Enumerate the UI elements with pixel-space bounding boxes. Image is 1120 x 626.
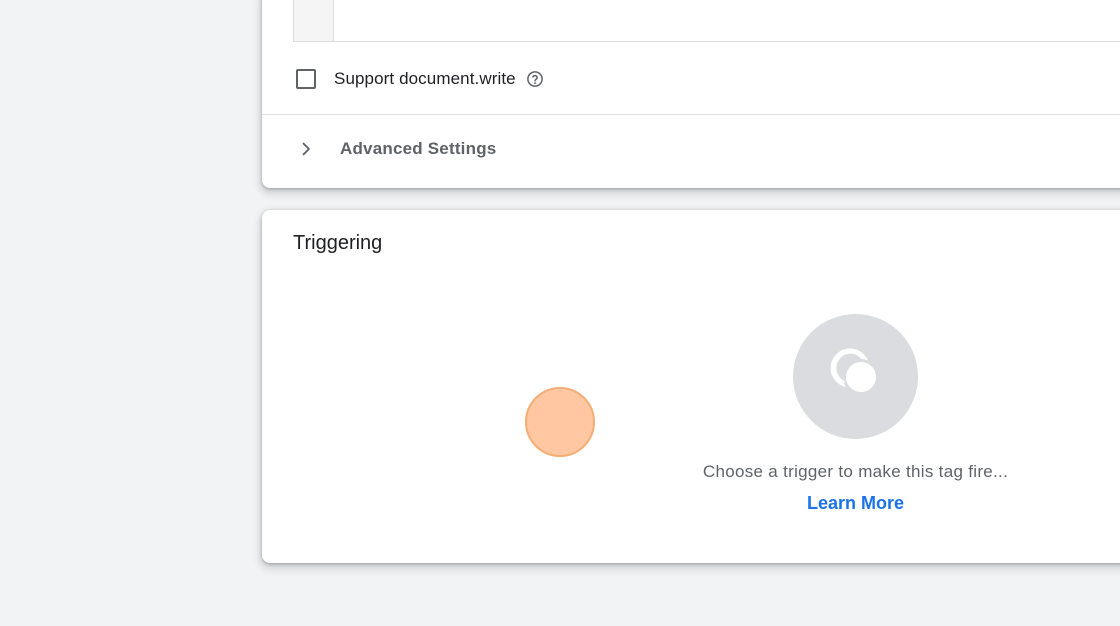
html-code-editor[interactable] <box>293 0 1120 42</box>
triggering-title: Triggering <box>293 232 383 254</box>
tag-configuration-card: Support document.write Advanced Settings <box>262 0 1120 188</box>
section-divider <box>262 114 1120 115</box>
code-editor-gutter <box>294 0 334 41</box>
support-document-write-row: Support document.write <box>296 66 544 92</box>
help-circle-icon[interactable] <box>526 70 544 88</box>
chevron-right-icon <box>296 139 316 159</box>
choose-trigger-button[interactable] <box>793 314 918 439</box>
learn-more-link[interactable]: Learn More <box>742 493 969 514</box>
trigger-icon <box>826 344 886 409</box>
advanced-settings-label: Advanced Settings <box>340 139 497 158</box>
trigger-empty-message: Choose a trigger to make this tag fire..… <box>702 462 1009 481</box>
advanced-settings-toggle[interactable]: Advanced Settings <box>296 134 496 164</box>
triggering-card: Triggering Choose a trigger to make this… <box>262 210 1120 563</box>
support-document-write-label[interactable]: Support document.write <box>334 69 516 89</box>
support-document-write-checkbox[interactable] <box>296 69 316 89</box>
